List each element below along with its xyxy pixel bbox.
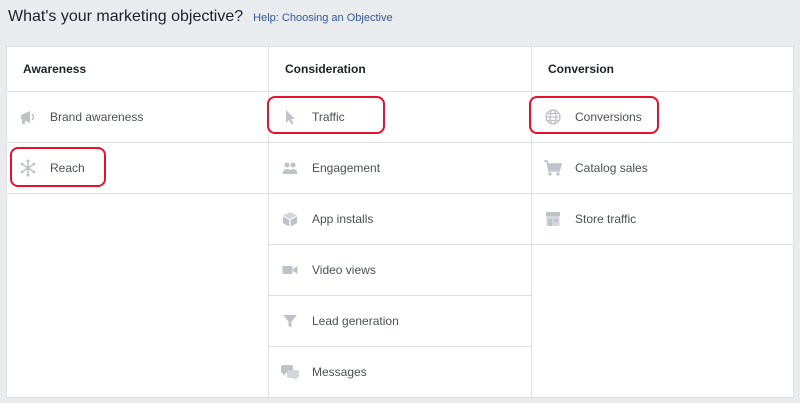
objective-label: Store traffic: [575, 212, 637, 226]
objective-lead-generation[interactable]: Lead generation: [269, 296, 531, 347]
objective-label: Lead generation: [312, 314, 399, 328]
objective-panel: Awareness Brand awareness Reach Consider…: [6, 46, 794, 398]
megaphone-icon: [18, 107, 38, 127]
objective-label: Conversions: [575, 110, 642, 124]
objective-label: Engagement: [312, 161, 381, 175]
objective-reach[interactable]: Reach: [7, 143, 268, 194]
objective-brand-awareness[interactable]: Brand awareness: [7, 92, 268, 143]
objective-conversions[interactable]: Conversions: [532, 92, 793, 143]
objective-traffic[interactable]: Traffic: [269, 92, 531, 143]
objective-label: Reach: [50, 161, 85, 175]
funnel-icon: [280, 311, 300, 331]
objective-label: Brand awareness: [50, 110, 144, 124]
objective-label: App installs: [312, 212, 374, 226]
objective-label: Traffic: [312, 110, 345, 124]
objective-store-traffic[interactable]: Store traffic: [532, 194, 793, 245]
shopping-cart-icon: [543, 158, 563, 178]
column-heading-awareness: Awareness: [7, 47, 268, 92]
objective-catalog-sales[interactable]: Catalog sales: [532, 143, 793, 194]
box-icon: [280, 209, 300, 229]
objective-app-installs[interactable]: App installs: [269, 194, 531, 245]
help-link[interactable]: Help: Choosing an Objective: [253, 12, 392, 24]
column-heading-conversion: Conversion: [532, 47, 793, 92]
page-header: What's your marketing objective? Help: C…: [8, 8, 393, 38]
objective-label: Catalog sales: [575, 161, 648, 175]
objective-video-views[interactable]: Video views: [269, 245, 531, 296]
objective-messages[interactable]: Messages: [269, 347, 531, 398]
objective-label: Video views: [312, 263, 376, 277]
people-icon: [280, 158, 300, 178]
storefront-icon: [543, 209, 563, 229]
column-consideration: Consideration Traffic Engagement App ins…: [267, 47, 532, 398]
objective-engagement[interactable]: Engagement: [269, 143, 531, 194]
column-heading-consideration: Consideration: [269, 47, 531, 92]
column-conversion: Conversion Conversions Catalog sales Sto…: [529, 47, 793, 397]
column-awareness: Awareness Brand awareness Reach: [7, 47, 269, 397]
objective-label: Messages: [312, 365, 367, 379]
video-camera-icon: [280, 260, 300, 280]
reach-icon: [18, 158, 38, 178]
globe-icon: [543, 107, 563, 127]
cursor-icon: [280, 107, 300, 127]
page-title: What's your marketing objective?: [8, 8, 244, 25]
chat-bubbles-icon: [280, 362, 300, 382]
